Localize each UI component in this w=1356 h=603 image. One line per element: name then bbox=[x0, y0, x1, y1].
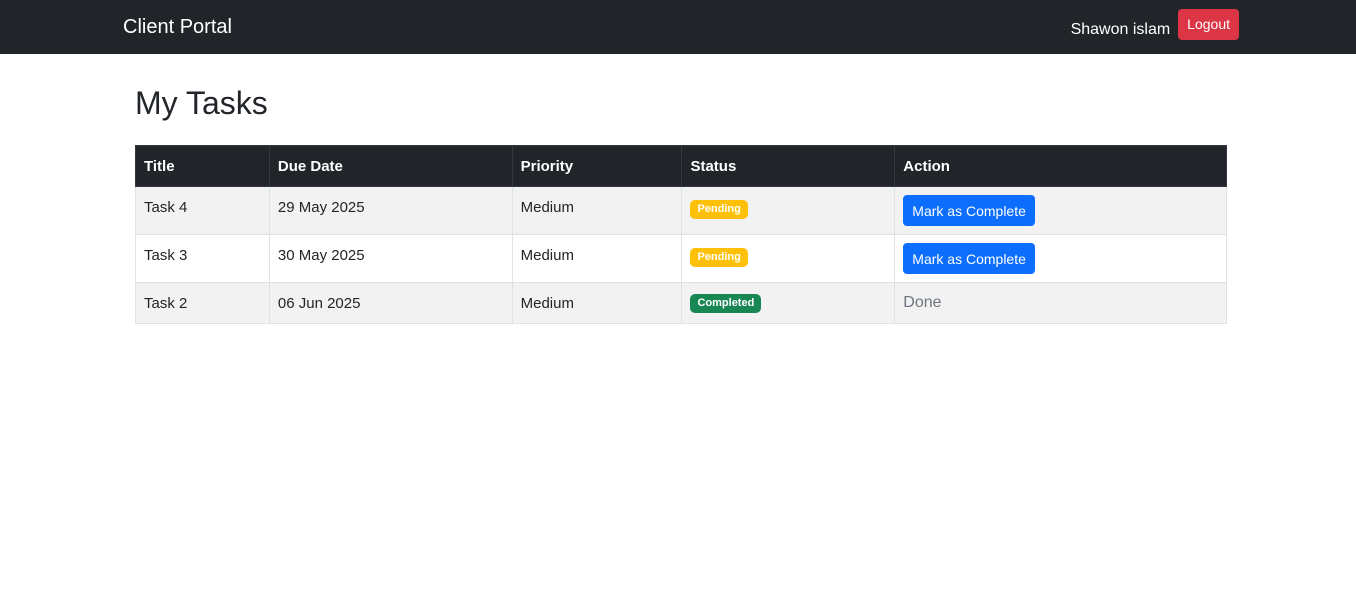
task-priority: Medium bbox=[520, 199, 574, 217]
status-badge: Pending bbox=[690, 199, 748, 219]
column-header-due-date: Due Date bbox=[268, 145, 513, 188]
cell-priority: Medium bbox=[511, 234, 683, 284]
status-badge: Completed bbox=[690, 294, 762, 314]
cell-action: Mark as Complete bbox=[894, 186, 1227, 236]
task-due-date: 06 Jun 2025 bbox=[277, 294, 361, 312]
status-badge: Pending bbox=[690, 247, 748, 267]
table-row: Task 3 30 May 2025 Medium Pending Mark a… bbox=[135, 234, 1227, 284]
mark-complete-button[interactable]: Mark as Complete bbox=[903, 243, 1035, 275]
cell-due-date: 29 May 2025 bbox=[268, 186, 513, 236]
cell-priority: Medium bbox=[511, 186, 683, 236]
column-header-title: Title bbox=[135, 145, 270, 188]
cell-action: Done bbox=[894, 282, 1227, 325]
navbar: Client Portal Shawon islam Logout bbox=[0, 0, 1356, 54]
mark-complete-button[interactable]: Mark as Complete bbox=[903, 195, 1035, 227]
tasks-table: Title Due Date Priority Status Action Ta… bbox=[135, 145, 1227, 325]
task-title: Task 2 bbox=[144, 294, 188, 312]
column-header-priority: Priority bbox=[511, 145, 683, 188]
cell-priority: Medium bbox=[511, 282, 683, 325]
cell-due-date: 30 May 2025 bbox=[268, 234, 513, 284]
cell-title: Task 4 bbox=[135, 186, 270, 236]
task-priority: Medium bbox=[520, 294, 574, 312]
column-header-status: Status bbox=[681, 145, 896, 188]
nav-user-area: Shawon islam Logout bbox=[1070, 8, 1239, 40]
table-row: Task 2 06 Jun 2025 Medium Completed Done bbox=[135, 282, 1227, 325]
table-body: Task 4 29 May 2025 Medium Pending Mark a… bbox=[135, 186, 1227, 325]
task-priority: Medium bbox=[520, 247, 574, 265]
logout-button[interactable]: Logout bbox=[1178, 8, 1239, 40]
cell-title: Task 2 bbox=[135, 282, 270, 325]
table-row: Task 4 29 May 2025 Medium Pending Mark a… bbox=[135, 186, 1227, 236]
cell-status: Pending bbox=[681, 234, 896, 284]
brand-link[interactable]: Client Portal bbox=[123, 17, 232, 37]
table-header: Title Due Date Priority Status Action bbox=[135, 145, 1227, 188]
username-label: Shawon islam bbox=[1070, 21, 1171, 38]
task-title: Task 3 bbox=[144, 247, 188, 265]
cell-status: Completed bbox=[681, 282, 896, 325]
done-label: Done bbox=[903, 294, 942, 312]
page-title: My Tasks bbox=[135, 85, 268, 121]
task-title: Task 4 bbox=[144, 199, 188, 217]
cell-title: Task 3 bbox=[135, 234, 270, 284]
main-content: My Tasks Title Due Date Priority Status … bbox=[0, 84, 1356, 325]
task-due-date: 30 May 2025 bbox=[277, 247, 365, 265]
cell-action: Mark as Complete bbox=[894, 234, 1227, 284]
column-header-action: Action bbox=[894, 145, 1227, 188]
cell-due-date: 06 Jun 2025 bbox=[268, 282, 513, 325]
task-due-date: 29 May 2025 bbox=[277, 199, 365, 217]
cell-status: Pending bbox=[681, 186, 896, 236]
